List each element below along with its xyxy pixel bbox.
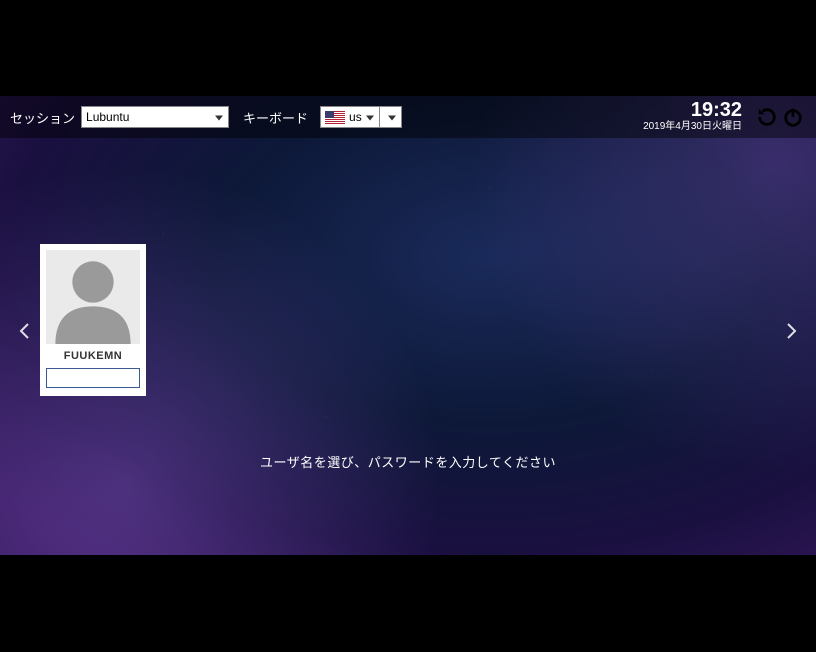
username-label: FUUKEMN [46,350,140,362]
previous-user-button[interactable] [12,316,36,352]
next-user-button[interactable] [780,316,804,352]
keyboard-value: us [349,110,362,124]
clock-time: 19:32 [643,100,742,120]
us-flag-icon [325,111,345,124]
keyboard-select[interactable]: us [320,106,380,128]
shutdown-button[interactable] [780,104,806,130]
keyboard-layout-toggle[interactable] [380,106,402,128]
login-prompt: ユーザ名を選び、パスワードを入力してください [0,452,816,471]
top-panel: セッション Lubuntu キーボード us 19:32 2019年4月30日火… [0,96,816,138]
login-screen: セッション Lubuntu キーボード us 19:32 2019年4月30日火… [0,96,816,555]
restart-button[interactable] [754,104,780,130]
session-value: Lubuntu [86,110,129,124]
password-input[interactable] [46,368,140,388]
power-icon [782,106,804,128]
clock: 19:32 2019年4月30日火曜日 [643,100,742,134]
avatar [46,250,140,344]
restart-icon [756,106,778,128]
clock-date: 2019年4月30日火曜日 [643,120,742,134]
chevron-right-icon [786,322,798,340]
keyboard-label: キーボード [243,108,308,127]
user-silhouette-icon [46,250,140,344]
session-label: セッション [10,108,75,127]
user-card[interactable]: FUUKEMN [40,244,146,396]
session-select[interactable]: Lubuntu [81,106,229,128]
chevron-left-icon [18,322,30,340]
